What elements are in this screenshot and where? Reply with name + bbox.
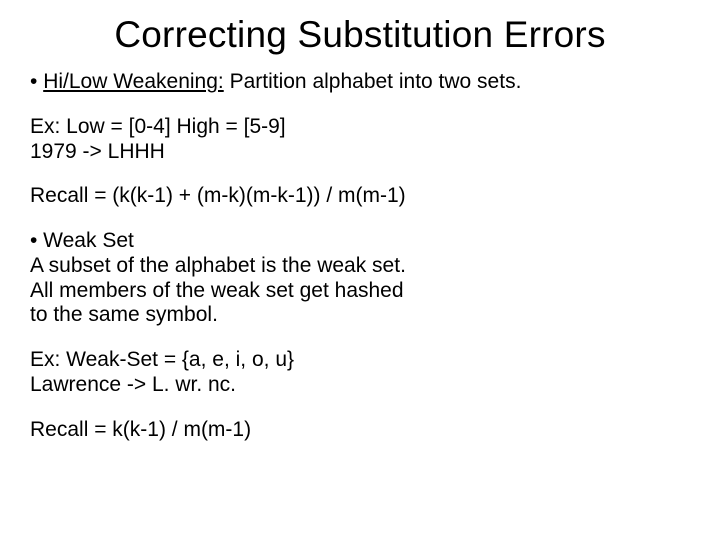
bullet-weak-set: • Weak Set A subset of the alphabet is t… [30, 229, 690, 328]
weak-set-line: All members of the weak set get hashed [30, 279, 690, 304]
bullet-line: • Weak Set [30, 229, 690, 254]
recall-formula-2: Recall = k(k-1) / m(m-1) [30, 418, 690, 443]
bullet-head-underline: Hi/Low Weakening: [43, 70, 224, 93]
slide-title: Correcting Substitution Errors [30, 14, 690, 56]
spacer [30, 328, 690, 348]
example-line: Ex: Low = [0-4] High = [5-9] [30, 115, 690, 140]
example-line: Lawrence -> L. wr. nc. [30, 373, 690, 398]
bullet-hi-low: • Hi/Low Weakening: Partition alphabet i… [30, 70, 690, 95]
weak-set-line: A subset of the alphabet is the weak set… [30, 254, 690, 279]
example-line: Ex: Weak-Set = {a, e, i, o, u} [30, 348, 690, 373]
example-hi-low: Ex: Low = [0-4] High = [5-9] 1979 -> LHH… [30, 115, 690, 165]
recall-formula-1: Recall = (k(k-1) + (m-k)(m-k-1)) / m(m-1… [30, 184, 690, 209]
bullet-rest: Partition alphabet into two sets. [224, 70, 522, 93]
slide-body: • Hi/Low Weakening: Partition alphabet i… [30, 70, 690, 442]
weak-set-line: to the same symbol. [30, 303, 690, 328]
slide: Correcting Substitution Errors • Hi/Low … [0, 0, 720, 540]
example-weak-set: Ex: Weak-Set = {a, e, i, o, u} Lawrence … [30, 348, 690, 398]
bullet-marker: • [30, 70, 43, 93]
example-line: 1979 -> LHHH [30, 140, 690, 165]
